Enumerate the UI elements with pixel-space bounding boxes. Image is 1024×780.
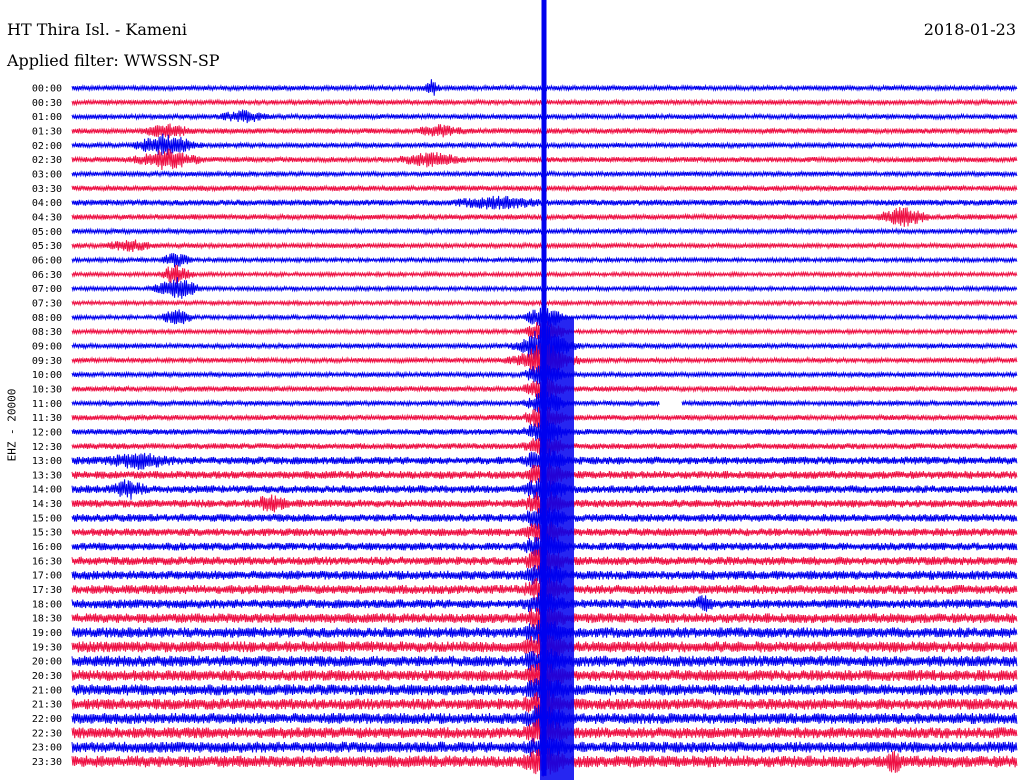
time-label-2330: 23:30: [32, 757, 62, 768]
time-label-0730: 07:30: [32, 298, 62, 309]
time-label-1530: 15:30: [32, 528, 62, 539]
time-label-1130: 11:30: [32, 413, 62, 424]
time-label-0400: 04:00: [32, 198, 62, 209]
time-label-1330: 13:30: [32, 470, 62, 481]
time-label-0300: 03:00: [32, 169, 62, 180]
time-label-2230: 22:30: [32, 728, 62, 739]
time-label-2300: 23:00: [32, 743, 62, 754]
event-coda-band: [540, 317, 574, 780]
time-label-1400: 14:00: [32, 485, 62, 496]
time-label-0200: 02:00: [32, 141, 62, 152]
time-label-0700: 07:00: [32, 284, 62, 295]
time-label-2130: 21:30: [32, 700, 62, 711]
time-label-2100: 21:00: [32, 685, 62, 696]
time-label-1000: 10:00: [32, 370, 62, 381]
time-label-0630: 06:30: [32, 270, 62, 281]
time-label-2200: 22:00: [32, 714, 62, 725]
time-label-0230: 02:30: [32, 155, 62, 166]
time-label-0130: 01:30: [32, 126, 62, 137]
trace-group: [71, 0, 1018, 780]
time-label-0500: 05:00: [32, 227, 62, 238]
time-label-0800: 08:00: [32, 313, 62, 324]
time-label-0830: 08:30: [32, 327, 62, 338]
time-label-1430: 14:30: [32, 499, 62, 510]
time-label-1800: 18:00: [32, 599, 62, 610]
time-label-group: 00:00 00:30 01:00 01:30 02:00 02:30 03:00 03:30…: [32, 84, 62, 769]
time-label-1830: 18:30: [32, 614, 62, 625]
time-label-1030: 10:30: [32, 384, 62, 395]
time-label-1100: 11:00: [32, 399, 62, 410]
time-label-1700: 17:00: [32, 571, 62, 582]
time-label-0930: 09:30: [32, 356, 62, 367]
time-label-0600: 06:00: [32, 255, 62, 266]
time-label-1930: 19:30: [32, 642, 62, 653]
time-label-1230: 12:30: [32, 442, 62, 453]
seismogram-plot: 00:00 00:30 01:00 01:30 02:00 02:30 03:00 03:30…: [32, 0, 1018, 780]
time-label-1600: 16:00: [32, 542, 62, 553]
time-label-0430: 04:30: [32, 212, 62, 223]
time-label-1300: 13:00: [32, 456, 62, 467]
time-label-1200: 12:00: [32, 427, 62, 438]
time-label-2030: 20:30: [32, 671, 62, 682]
time-label-1500: 15:00: [32, 513, 62, 524]
time-label-1900: 19:00: [32, 628, 62, 639]
time-label-0000: 00:00: [32, 84, 62, 95]
time-label-1630: 16:30: [32, 556, 62, 567]
time-label-0030: 00:30: [32, 98, 62, 109]
time-label-2000: 20:00: [32, 657, 62, 668]
time-label-0900: 09:00: [32, 341, 62, 352]
time-label-0100: 01:00: [32, 112, 62, 123]
time-label-0330: 03:30: [32, 184, 62, 195]
time-label-1730: 17:30: [32, 585, 62, 596]
time-label-0530: 05:30: [32, 241, 62, 252]
